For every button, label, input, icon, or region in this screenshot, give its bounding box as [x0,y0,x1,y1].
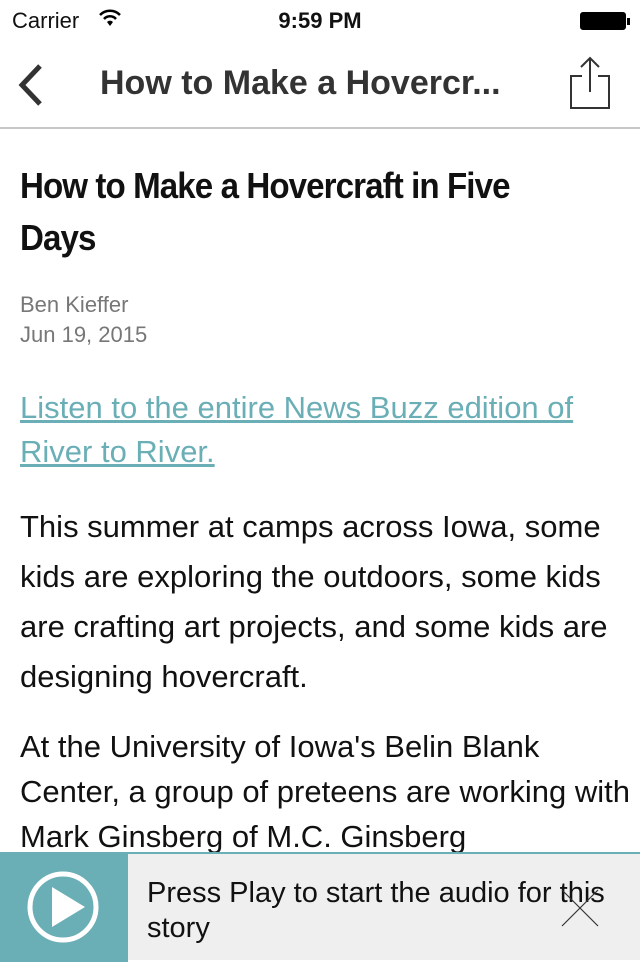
listen-link[interactable]: Listen to the entire News Buzz edition o… [20,386,630,474]
play-button[interactable] [0,854,128,962]
close-icon[interactable] [560,888,600,928]
article: How to Make a Hovercraft in Five Days Be… [20,160,630,859]
status-bar: Carrier 9:59 PM [0,0,640,40]
share-icon[interactable] [568,54,612,110]
article-author: Ben Kieffer [20,292,129,317]
battery-icon [580,12,630,30]
navigation-bar: How to Make a Hovercr... [0,40,640,129]
clock: 9:59 PM [278,8,362,33]
article-title: How to Make a Hovercraft in Five Days [20,165,511,258]
article-paragraph: At the University of Iowa's Belin Blank … [20,729,631,854]
article-paragraph: This summer at camps across Iowa, some k… [20,509,608,694]
article-date: Jun 19, 2015 [20,322,148,347]
play-icon [27,871,99,943]
chevron-left-icon[interactable] [14,60,54,110]
nav-title: How to Make a Hovercr... [100,64,501,102]
audio-player-bar: Press Play to start the audio for this s… [0,852,640,962]
